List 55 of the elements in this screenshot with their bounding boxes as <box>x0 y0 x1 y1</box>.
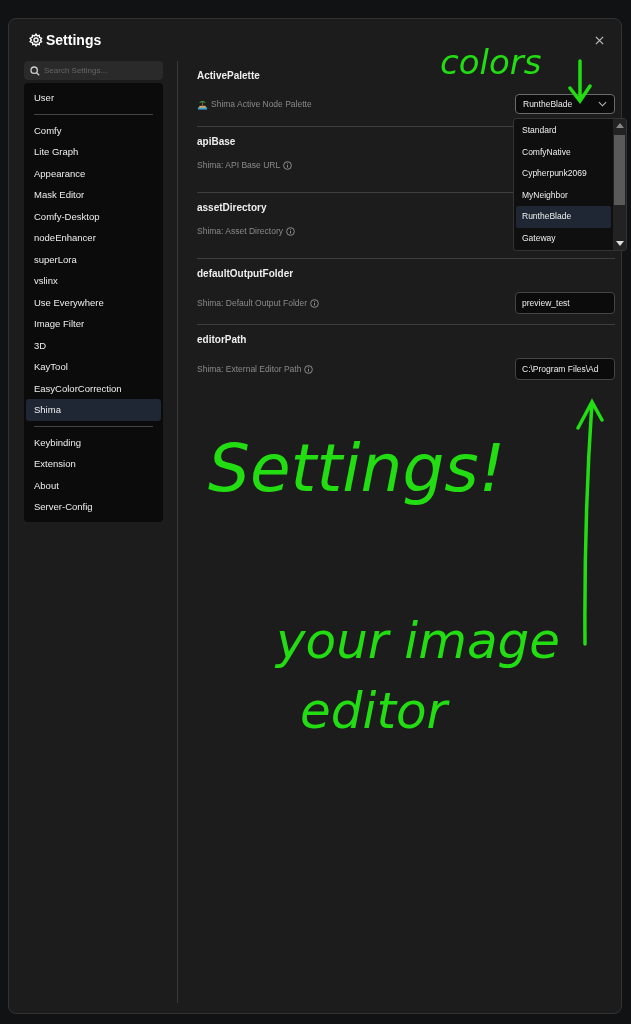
scroll-up-icon[interactable] <box>615 123 624 128</box>
sidebar-item[interactable]: Keybinding <box>26 431 161 453</box>
handwritten-note: Settings! <box>208 430 506 507</box>
setting-heading: ActivePalette <box>197 69 260 83</box>
palette-dropdown[interactable]: RuntheBlade <box>515 94 615 114</box>
setting-heading: assetDirectory <box>197 201 267 215</box>
sidebar-item[interactable]: superLora <box>26 248 161 270</box>
setting-heading: editorPath <box>197 333 247 347</box>
dropdown-option[interactable]: RuntheBlade <box>516 206 611 228</box>
sidebar-item[interactable]: Mask Editor <box>26 184 161 206</box>
dialog-title: Settings <box>46 32 102 48</box>
island-icon <box>197 98 208 110</box>
info-icon <box>286 226 295 236</box>
chevron-icon <box>598 101 607 107</box>
sidebar-item[interactable]: Shima <box>26 399 161 421</box>
setting-label: Shima: API Base URL <box>197 160 281 170</box>
scrollbar[interactable] <box>613 119 626 250</box>
setting-label: Shima: External Editor Path <box>197 364 302 374</box>
dropdown-option[interactable]: MyNeighbor <box>516 184 611 206</box>
sidebar-item[interactable]: Server-Config <box>26 496 161 518</box>
info-icon <box>304 364 314 374</box>
dropdown-option[interactable]: Standard <box>516 120 611 142</box>
sidebar-item[interactable]: Image Filter <box>26 313 161 335</box>
sidebar-item[interactable]: Extension <box>26 453 161 475</box>
info-icon <box>310 298 320 308</box>
sidebar-item[interactable]: Lite Graph <box>26 141 161 163</box>
handwritten-note: your image <box>276 612 561 670</box>
text-field[interactable]: C:\Program Files\Ad <box>515 358 615 380</box>
scroll-down-icon[interactable] <box>615 241 624 246</box>
sidebar-item[interactable]: 3D <box>26 334 161 356</box>
sidebar-item[interactable]: vslinx <box>26 270 161 292</box>
sidebar-item[interactable]: Comfy-Desktop <box>26 205 161 227</box>
dropdown-option[interactable]: Cypherpunk2069 <box>516 163 611 185</box>
up-arrow-icon <box>575 398 605 648</box>
sidebar-item[interactable]: KayTool <box>26 356 161 378</box>
settings-icon <box>29 33 43 47</box>
setting-label: Shima Active Node Palette <box>211 99 312 109</box>
sidebar-item[interactable]: User <box>26 87 161 109</box>
handwritten-note: editor <box>300 682 448 740</box>
close-icon[interactable] <box>595 35 604 45</box>
sidebar-item[interactable]: Appearance <box>26 162 161 184</box>
info-icon <box>283 160 293 170</box>
text-field[interactable]: preview_test <box>515 292 615 314</box>
setting-heading: defaultOutputFolder <box>197 267 294 281</box>
handwritten-note: colors <box>440 42 542 82</box>
sidebar-item[interactable]: nodeEnhancer <box>26 227 161 249</box>
dropdown-option[interactable]: ComfyNative <box>516 141 611 163</box>
setting-heading: apiBase <box>197 135 236 149</box>
dropdown-option[interactable]: Gateway <box>516 227 611 249</box>
setting-label: Shima: Asset Directory <box>197 226 283 236</box>
sidebar-item[interactable]: About <box>26 474 161 496</box>
sidebar-item[interactable]: EasyColorCorrection <box>26 377 161 399</box>
sidebar-item[interactable]: Comfy <box>26 119 161 141</box>
sidebar-item[interactable]: Use Everywhere <box>26 291 161 313</box>
setting-label: Shima: Default Output Folder <box>197 298 308 308</box>
